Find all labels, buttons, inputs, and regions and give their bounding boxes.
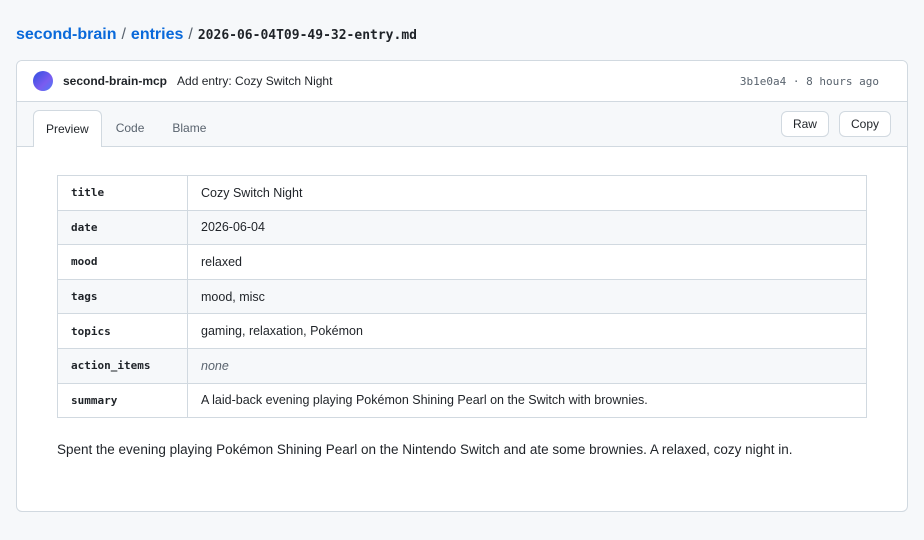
commit-meta: 3b1e0a4 · 8 hours ago bbox=[740, 75, 879, 88]
avatar[interactable] bbox=[33, 71, 53, 91]
latest-commit-bar: second-brain-mcp Add entry: Cozy Switch … bbox=[17, 61, 907, 102]
breadcrumb-separator: / bbox=[188, 26, 193, 43]
frontmatter-value: mood, misc bbox=[187, 278, 867, 315]
table-row: topics gaming, relaxation, Pokémon bbox=[57, 313, 867, 349]
frontmatter-table: title Cozy Switch Night date 2026-06-04 … bbox=[57, 175, 867, 419]
frontmatter-key: action_items bbox=[57, 347, 188, 384]
breadcrumb-folder-link[interactable]: entries bbox=[131, 26, 183, 44]
tab-blame[interactable]: Blame bbox=[158, 109, 220, 146]
commit-meta-dot: · bbox=[792, 74, 800, 88]
frontmatter-key: date bbox=[57, 209, 188, 246]
tab-preview[interactable]: Preview bbox=[33, 110, 102, 147]
frontmatter-key: summary bbox=[57, 382, 188, 419]
commit-time: 8 hours ago bbox=[806, 74, 879, 88]
commit-message-link[interactable]: Add entry: Cozy Switch Night bbox=[177, 74, 332, 88]
frontmatter-value: none bbox=[187, 347, 867, 384]
file-actions: Raw Copy bbox=[780, 111, 891, 137]
commit-author-link[interactable]: second-brain-mcp bbox=[63, 74, 167, 88]
page: second-brain / entries / 2026-06-04T09-4… bbox=[0, 0, 924, 540]
frontmatter-value: gaming, relaxation, Pokémon bbox=[187, 313, 867, 349]
breadcrumb-repo-link[interactable]: second-brain bbox=[16, 26, 116, 44]
table-row: tags mood, misc bbox=[57, 278, 867, 315]
markdown-preview: title Cozy Switch Night date 2026-06-04 … bbox=[17, 147, 907, 460]
frontmatter-value: relaxed bbox=[187, 244, 867, 280]
frontmatter-value: Cozy Switch Night bbox=[187, 175, 867, 211]
table-row: title Cozy Switch Night bbox=[57, 175, 867, 211]
file-box: second-brain-mcp Add entry: Cozy Switch … bbox=[16, 60, 908, 512]
frontmatter-key: title bbox=[57, 175, 188, 211]
copy-button[interactable]: Copy bbox=[838, 111, 891, 137]
breadcrumb-separator: / bbox=[121, 26, 126, 43]
tab-code[interactable]: Code bbox=[102, 109, 159, 146]
table-row: summary A laid-back evening playing Poké… bbox=[57, 382, 867, 419]
commit-sha-link[interactable]: 3b1e0a4 bbox=[740, 75, 786, 88]
table-row: action_items none bbox=[57, 347, 867, 384]
frontmatter-value: 2026-06-04 bbox=[187, 209, 867, 246]
breadcrumb-file-name: 2026-06-04T09-49-32-entry.md bbox=[197, 27, 417, 43]
raw-button[interactable]: Raw bbox=[780, 111, 829, 137]
frontmatter-key: tags bbox=[57, 278, 188, 315]
entry-body-text: Spent the evening playing Pokémon Shinin… bbox=[57, 442, 793, 458]
view-tab-bar: Preview Code Blame Raw Copy bbox=[17, 102, 907, 147]
frontmatter-key: mood bbox=[57, 244, 188, 280]
table-row: date 2026-06-04 bbox=[57, 209, 867, 246]
frontmatter-value: A laid-back evening playing Pokémon Shin… bbox=[187, 382, 867, 419]
frontmatter-key: topics bbox=[57, 313, 188, 349]
table-row: mood relaxed bbox=[57, 244, 867, 280]
breadcrumb: second-brain / entries / 2026-06-04T09-4… bbox=[16, 24, 417, 46]
